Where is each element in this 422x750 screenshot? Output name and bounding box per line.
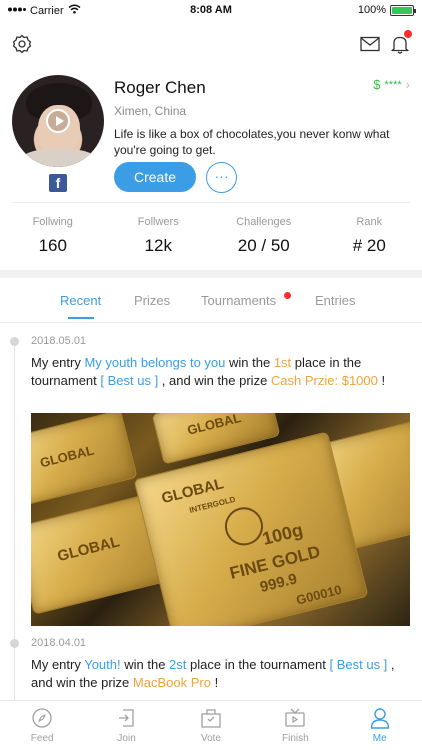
timeline-dot (10, 639, 19, 648)
text-segment: , and win the prize (158, 373, 271, 388)
avatar[interactable] (12, 75, 104, 167)
timeline-line (14, 342, 15, 702)
nav-finish[interactable]: Finish (253, 701, 337, 750)
tab-bar: Recent Prizes Tournaments Entries (0, 280, 422, 322)
entry-link[interactable]: My youth belongs to you (84, 355, 225, 370)
nav-label: Me (372, 733, 387, 744)
tournament-link[interactable]: [ Best us ] (329, 657, 387, 672)
stat-rank[interactable]: Rank # 20 (317, 210, 422, 268)
profile-card: f Roger Chen Ximen, China Life is like a… (0, 72, 422, 202)
wallet-value: **** (384, 78, 402, 91)
tournament-link[interactable]: [ Best us ] (100, 373, 158, 388)
entry-photo[interactable]: GLOBAL GLOBAL GLOBAL GLOBAL INTERGOLD 10… (31, 413, 410, 626)
dollar-icon: $ (373, 77, 381, 92)
divider (0, 322, 422, 323)
chevron-right-icon: › (405, 77, 410, 92)
stat-challenges[interactable]: Challenges 20 / 50 (211, 210, 317, 268)
bar-text: GLOBAL (185, 413, 243, 438)
stat-following[interactable]: Follwing 160 (0, 210, 106, 268)
bar-text: G00010 (294, 581, 344, 608)
mail-icon[interactable] (358, 32, 382, 56)
stat-value: 12k (144, 236, 172, 255)
battery-percent: 100% (357, 4, 386, 16)
prize-text: MacBook Pro (132, 675, 211, 690)
text-segment: My entry (31, 355, 85, 370)
gear-icon[interactable] (10, 32, 34, 56)
nav-join[interactable]: Join (84, 701, 168, 750)
text-segment: My entry (31, 657, 85, 672)
notification-badge (404, 30, 412, 38)
entry-text: My entry My youth belongs to you win the… (31, 354, 411, 390)
tv-icon (253, 707, 337, 729)
nav-label: Join (117, 733, 136, 744)
play-icon[interactable] (46, 109, 70, 133)
section-separator (0, 270, 422, 278)
tab-prizes[interactable]: Prizes (134, 293, 170, 308)
nav-vote[interactable]: Vote (169, 701, 253, 750)
facebook-icon[interactable]: f (49, 174, 67, 192)
nav-label: Vote (200, 733, 221, 744)
profile-bio: Life is like a box of chocolates,you nev… (114, 127, 390, 157)
nav-me[interactable]: Me (338, 701, 422, 750)
entry-text: My entry Youth! win the 2st place in the… (31, 656, 411, 692)
compass-icon (0, 707, 84, 729)
profile-name: Roger Chen (114, 78, 206, 97)
text-segment: place in the tournament (186, 657, 330, 672)
entry-link[interactable]: Youth! (84, 657, 120, 672)
nav-label: Finish (282, 733, 309, 744)
tab-tournaments[interactable]: Tournaments (201, 293, 276, 308)
status-bar: Carrier 8:08 AM 100% (0, 0, 422, 22)
globe-icon (220, 503, 268, 550)
tournaments-badge (284, 292, 291, 299)
timeline-dot (10, 337, 19, 346)
battery-icon (390, 4, 416, 16)
stat-value: 20 / 50 (237, 236, 290, 255)
text-segment: win the (225, 355, 274, 370)
wallet-link[interactable]: $ **** › (373, 77, 410, 92)
place-text: 1st (273, 355, 292, 370)
bar-text: GLOBAL (38, 442, 96, 471)
stat-label: Challenges (236, 216, 292, 228)
prize-text: Cash Przie: $1000 (270, 373, 378, 388)
bottom-nav: Feed Join Vote Finish Me (0, 700, 422, 750)
join-icon (84, 707, 168, 729)
stat-label: Follwing (32, 216, 73, 228)
stats-row: Follwing 160 Follwers 12k Challenges 20 … (0, 210, 422, 268)
entry-date: 2018.04.01 (31, 637, 87, 649)
stat-value: 160 (38, 236, 67, 255)
more-button[interactable]: ··· (206, 162, 237, 193)
bar-text: 100g (260, 519, 305, 549)
entry-date: 2018.05.01 (31, 335, 87, 347)
person-icon (338, 707, 422, 729)
profile-location: Ximen, China (114, 104, 187, 118)
text-segment: ! (377, 373, 386, 388)
tab-entries[interactable]: Entries (315, 293, 355, 308)
bar-text: GLOBAL (55, 533, 122, 566)
stat-value: # 20 (352, 236, 386, 255)
text-segment: win the (120, 657, 170, 672)
create-button[interactable]: Create (114, 162, 196, 192)
nav-feed[interactable]: Feed (0, 701, 84, 750)
stat-label: Rank (356, 216, 383, 228)
bell-icon[interactable] (388, 30, 412, 56)
place-text: 2st (169, 657, 187, 672)
tab-recent[interactable]: Recent (60, 293, 101, 308)
text-segment: ! (210, 675, 219, 690)
divider (12, 202, 410, 203)
nav-label: Feed (30, 733, 54, 744)
tab-active-indicator (68, 317, 94, 319)
vote-icon (169, 707, 253, 729)
stat-label: Follwers (137, 216, 179, 228)
stat-followers[interactable]: Follwers 12k (106, 210, 212, 268)
